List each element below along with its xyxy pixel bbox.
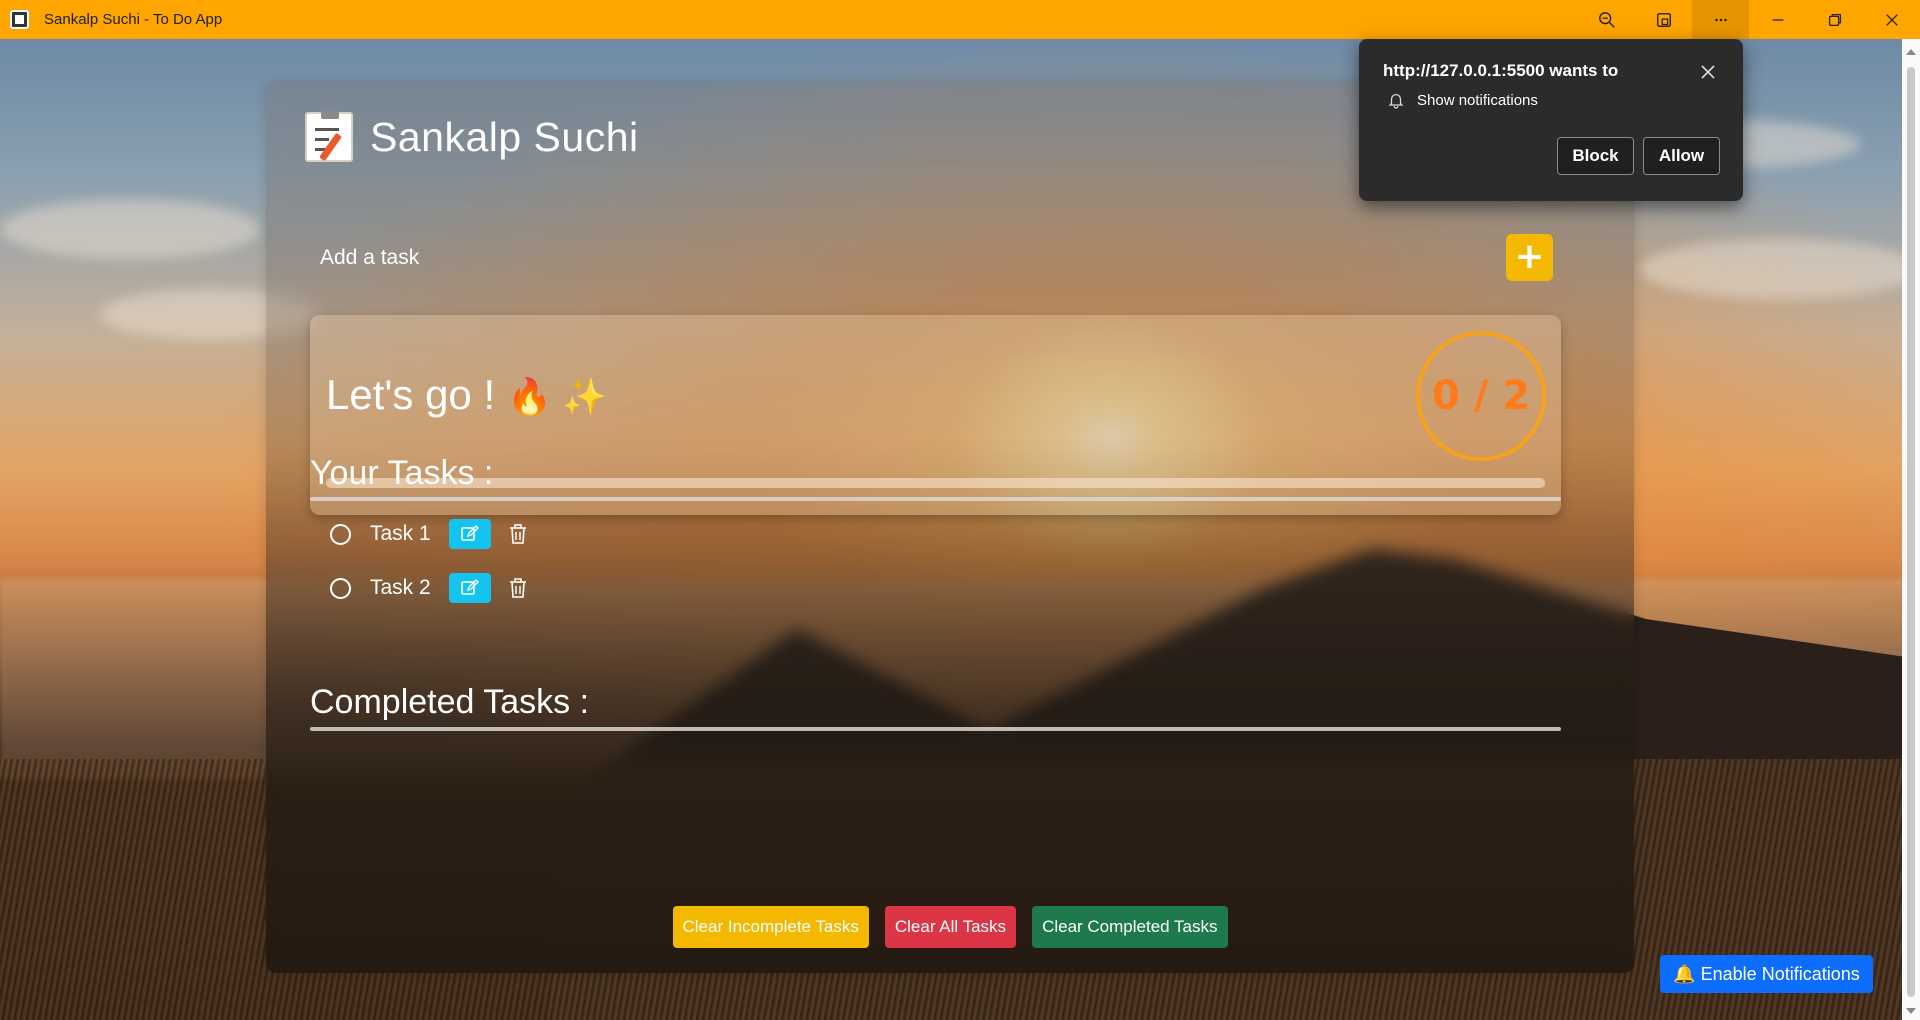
task-complete-radio[interactable] xyxy=(330,577,351,599)
task-complete-radio[interactable] xyxy=(330,523,351,545)
minimize-button[interactable] xyxy=(1749,0,1806,39)
bell-icon xyxy=(1388,93,1404,109)
trash-icon xyxy=(509,578,526,598)
your-tasks-heading: Your Tasks : xyxy=(310,454,494,492)
allow-button[interactable]: Allow xyxy=(1643,137,1720,175)
close-window-button[interactable] xyxy=(1863,0,1920,39)
minimize-icon xyxy=(1772,18,1783,21)
delete-task-button[interactable] xyxy=(505,519,531,549)
add-task-row xyxy=(320,234,1560,282)
progress-ring: 0 / 2 xyxy=(1416,331,1546,461)
zoom-icon xyxy=(1598,11,1615,28)
scroll-thumb[interactable] xyxy=(1907,67,1915,997)
app-title: Sankalp Suchi xyxy=(370,113,639,160)
progress-bar xyxy=(326,478,1545,488)
task-item: Task 1 xyxy=(330,517,531,551)
brand: Sankalp Suchi xyxy=(305,111,639,162)
bulk-actions: Clear Incomplete Tasks Clear All Tasks C… xyxy=(266,906,1634,948)
zoom-button[interactable] xyxy=(1578,0,1635,39)
add-task-button[interactable]: + xyxy=(1506,234,1553,281)
task-name: Task 2 xyxy=(370,576,431,599)
edit-icon xyxy=(460,525,479,541)
app-icon xyxy=(10,10,29,29)
enable-notifications-button[interactable]: 🔔 Enable Notifications xyxy=(1660,955,1873,993)
notification-permission-prompt: http://127.0.0.1:5500 wants to Show noti… xyxy=(1359,39,1743,201)
edit-task-button[interactable] xyxy=(448,573,491,603)
close-prompt-button[interactable] xyxy=(1697,61,1719,83)
permission-label: Show notifications xyxy=(1417,91,1538,109)
motto-text: Let's go ! 🔥 ✨ xyxy=(326,371,607,419)
trash-icon xyxy=(509,524,526,544)
completed-tasks-divider xyxy=(310,727,1561,731)
clear-completed-button[interactable]: Clear Completed Tasks xyxy=(1032,906,1228,948)
close-icon xyxy=(1885,13,1898,26)
cloud xyxy=(1640,239,1920,299)
task-name: Task 1 xyxy=(370,522,431,545)
prompt-title: http://127.0.0.1:5500 wants to xyxy=(1383,61,1619,80)
window-title: Sankalp Suchi - To Do App xyxy=(44,11,223,28)
task-item: Task 2 xyxy=(330,571,531,605)
todo-card: Sankalp Suchi + Let's go ! 🔥 ✨ 0 / 2 Your… xyxy=(266,82,1634,973)
progress-panel: Let's go ! 🔥 ✨ 0 / 2 xyxy=(310,315,1561,515)
page-scrollbar[interactable] xyxy=(1902,39,1920,1020)
more-options-button[interactable] xyxy=(1692,0,1749,39)
app-available-button[interactable] xyxy=(1635,0,1692,39)
restore-icon xyxy=(1828,13,1841,26)
cloud xyxy=(0,199,260,259)
close-icon xyxy=(1701,65,1715,79)
your-tasks-divider xyxy=(310,497,1561,501)
scroll-up-arrow-icon[interactable] xyxy=(1906,49,1916,55)
titlebar-controls xyxy=(1578,0,1920,39)
more-icon xyxy=(1714,18,1727,21)
restore-button[interactable] xyxy=(1806,0,1863,39)
clear-all-button[interactable]: Clear All Tasks xyxy=(884,906,1017,948)
edit-icon xyxy=(460,579,479,595)
memo-icon xyxy=(305,111,353,162)
motto-label: Let's go ! xyxy=(326,371,496,418)
delete-task-button[interactable] xyxy=(505,573,531,603)
block-button[interactable]: Block xyxy=(1557,137,1634,175)
clear-incomplete-button[interactable]: Clear Incomplete Tasks xyxy=(672,906,869,948)
progress-count: 0 / 2 xyxy=(1431,373,1531,419)
add-task-input[interactable] xyxy=(320,234,1470,282)
fire-sparkles-emoji: 🔥 ✨ xyxy=(507,376,607,417)
window-titlebar: Sankalp Suchi - To Do App xyxy=(0,0,1920,39)
app-install-icon xyxy=(1656,12,1671,27)
scroll-down-arrow-icon[interactable] xyxy=(1906,1008,1916,1014)
permission-row: Show notifications xyxy=(1387,91,1538,109)
completed-tasks-heading: Completed Tasks : xyxy=(310,683,590,721)
edit-task-button[interactable] xyxy=(448,519,491,549)
